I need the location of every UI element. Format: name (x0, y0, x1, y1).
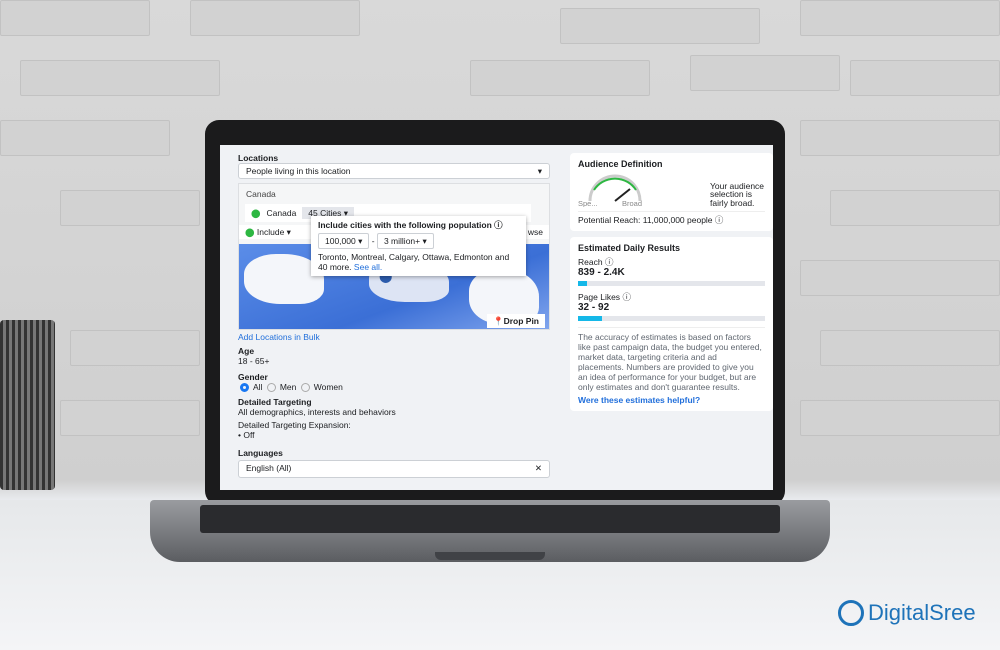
info-icon: ⓘ (714, 215, 724, 225)
estimates-disclaimer: The accuracy of estimates is based on fa… (578, 327, 765, 392)
laptop-notch (435, 552, 545, 560)
laptop-screen: Locations People living in this location… (220, 145, 773, 490)
page-likes-label: Page Likes ⓘ (578, 292, 631, 302)
estimates-helpful-link[interactable]: Were these estimates helpful? (578, 395, 765, 405)
language-token: English (All) (246, 463, 292, 474)
population-popup: Include cities with the following popula… (311, 216, 526, 276)
gender-women-radio[interactable]: Women (299, 382, 343, 393)
detailed-targeting-value: All demographics, interests and behavior… (238, 407, 396, 418)
info-icon: ⓘ (604, 257, 614, 267)
age-value: 18 - 65+ (238, 356, 270, 366)
languages-label: Languages (238, 448, 283, 459)
chevron-down-icon: ▾ (537, 166, 542, 176)
location-type-value: People living in this location (246, 166, 351, 176)
max-population-dropdown[interactable]: 3 million+ ▾ (376, 233, 434, 249)
country-chip: Canada (266, 208, 297, 218)
brand-logo: DigitalSree (838, 600, 976, 626)
gauge-left-label: Spe... (578, 199, 598, 207)
popup-title: Include cities with the following popula… (318, 220, 503, 230)
location-pin-icon: ⬤ (251, 208, 261, 218)
add-locations-bulk-link[interactable]: Add Locations in Bulk (238, 332, 550, 342)
min-population-dropdown[interactable]: 100,000 ▾ (318, 233, 370, 249)
targeting-panel: Locations People living in this location… (238, 153, 550, 479)
page-likes-bar (578, 316, 765, 321)
browse-button[interactable]: wse (528, 227, 543, 237)
cities-summary: Toronto, Montreal, Calgary, Ottawa, Edmo… (318, 252, 510, 272)
drop-pin-label: Drop Pin (503, 316, 539, 326)
country-header: Canada (246, 189, 276, 199)
see-all-link[interactable]: See all. (354, 262, 382, 272)
population-range: 100,000 ▾ - 3 million+ ▾ (318, 233, 519, 249)
gender-label: Gender (238, 372, 268, 382)
include-label: Include (256, 227, 285, 237)
location-type-select[interactable]: People living in this location ▾ (238, 163, 550, 179)
age-label: Age (238, 346, 255, 356)
audience-definition-card: Audience Definition Spe... Broad Your aud… (570, 153, 773, 231)
potential-reach: Potential Reach: 11,000,000 people ⓘ (578, 211, 765, 225)
reach-value: 839 - 2.4K (578, 267, 625, 278)
close-icon[interactable]: ✕ (535, 463, 542, 475)
info-icon: ⓘ (622, 292, 631, 302)
gauge-right-label: Broad (622, 199, 642, 207)
logo-text: DigitalSree (868, 600, 976, 625)
gender-all-radio[interactable]: All (238, 382, 262, 393)
gauge-row: Spe... Broad Your audience selection is f… (578, 173, 765, 207)
location-box: Canada ⬤ Canada 45 Cities ▾ ⬤ Include ▾ … (238, 183, 550, 330)
audience-gauge: Spe... Broad (578, 174, 642, 207)
detailed-targeting-label: Detailed Targeting (238, 397, 312, 408)
logo-icon (838, 600, 864, 626)
pencil-holder (0, 320, 55, 490)
range-dash: - (371, 236, 375, 246)
drop-pin-button[interactable]: 📍Drop Pin (486, 314, 545, 328)
keyboard (200, 505, 780, 533)
languages-input[interactable]: English (All) ✕ (238, 460, 550, 479)
expansion-value: • Off (238, 430, 255, 441)
reach-label: Reach ⓘ (578, 257, 614, 267)
locations-label: Locations (238, 153, 279, 163)
gender-radios: All Men Women (238, 382, 550, 393)
page-likes-value: 32 - 92 (578, 302, 610, 313)
audience-title: Audience Definition (578, 159, 663, 169)
pin-icon: 📍 (492, 316, 504, 326)
info-icon: ⓘ (494, 220, 503, 230)
reach-bar (578, 281, 765, 286)
estimated-results-card: Estimated Daily Results Reach ⓘ 839 - 2.… (570, 237, 773, 411)
include-dropdown[interactable]: ⬤ Include ▾ (245, 227, 291, 237)
gender-men-radio[interactable]: Men (265, 382, 296, 393)
expansion-label: Detailed Targeting Expansion: (238, 420, 351, 431)
estimates-panel: Audience Definition Spe... Broad Your aud… (570, 153, 773, 417)
estimates-title: Estimated Daily Results (578, 243, 681, 253)
audience-note: Your audience selection is fairly broad. (710, 180, 765, 208)
